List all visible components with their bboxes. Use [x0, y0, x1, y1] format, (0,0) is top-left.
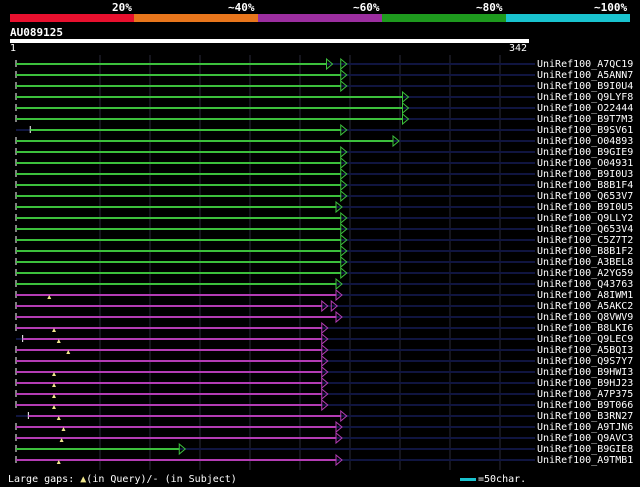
scale-label-40: ~40%	[228, 1, 255, 14]
hit-label[interactable]: UniRef100_B8LKI6	[537, 323, 633, 334]
hit-label[interactable]: UniRef100_B9SV61	[537, 125, 633, 136]
query-id: AU089125	[10, 26, 63, 39]
hit-label[interactable]: UniRef100_Q653V4	[537, 224, 633, 235]
hit-label[interactable]: UniRef100_B9T066	[537, 400, 633, 411]
hit-label[interactable]: UniRef100_A5AKC2	[537, 301, 633, 312]
hit-label[interactable]: UniRef100_B9HWI3	[537, 367, 633, 378]
scale-bar-icon	[460, 477, 476, 481]
hit-label[interactable]: UniRef100_B8B1F2	[537, 246, 633, 257]
hit-label[interactable]: UniRef100_A7P375	[537, 389, 633, 400]
footer-scale: =50char.	[460, 474, 526, 485]
identity-scale-labels: 20% ~40% ~60% ~80% ~100%	[0, 0, 640, 14]
hit-label[interactable]: UniRef100_B9HJ23	[537, 378, 633, 389]
scale-seg-60	[258, 14, 382, 22]
in-query-label: (in Query)/	[86, 474, 153, 485]
scale-label-60: ~60%	[353, 1, 380, 14]
hit-label[interactable]: UniRef100_C5Z7T2	[537, 235, 633, 246]
hit-label[interactable]: UniRef100_A2YG59	[537, 268, 633, 279]
hit-label[interactable]: UniRef100_A9TMB1	[537, 455, 633, 466]
identity-color-scale	[10, 14, 630, 22]
hit-label[interactable]: UniRef100_A8IWM1	[537, 290, 633, 301]
hit-label[interactable]: UniRef100_A9TJN6	[537, 422, 633, 433]
hit-label[interactable]: UniRef100_A5ANN7	[537, 70, 633, 81]
ruler-end: 342	[509, 43, 528, 54]
hit-label[interactable]: UniRef100_Q43763	[537, 279, 633, 290]
hit-label[interactable]: UniRef100_B3RN27	[537, 411, 633, 422]
hit-label[interactable]: UniRef100_B9I0U4	[537, 81, 633, 92]
hit-label[interactable]: UniRef100_A5BQI3	[537, 345, 633, 356]
hit-label[interactable]: UniRef100_B8B1F4	[537, 180, 633, 191]
scale-seg-80	[382, 14, 506, 22]
hit-label[interactable]: UniRef100_Q9LLY2	[537, 213, 633, 224]
hit-label[interactable]: UniRef100_O22444	[537, 103, 633, 114]
hit-label[interactable]: UniRef100_Q9AVC3	[537, 433, 633, 444]
scale-seg-100	[506, 14, 630, 22]
hit-label[interactable]: UniRef100_A7QC19	[537, 59, 633, 70]
hit-label[interactable]: UniRef100_O04931	[537, 158, 633, 169]
query-bar	[10, 39, 529, 43]
hit-label[interactable]: UniRef100_B9T7M3	[537, 114, 633, 125]
hit-label[interactable]: UniRef100_A3BEL8	[537, 257, 633, 268]
hit-label[interactable]: UniRef100_Q9LEC9	[537, 334, 633, 345]
footer-legend: Large gaps: ▲(in Query)/- (in Subject)	[8, 474, 237, 485]
large-gaps-label: Large gaps:	[8, 474, 75, 485]
hit-label[interactable]: UniRef100_B9I0U5	[537, 202, 633, 213]
hit-label[interactable]: UniRef100_Q8VWV9	[537, 312, 633, 323]
hit-label[interactable]: UniRef100_Q9LYF8	[537, 92, 633, 103]
scale-label-100: ~100%	[594, 1, 628, 14]
hit-label[interactable]: UniRef100_O04893	[537, 136, 633, 147]
scale-label-80: ~80%	[476, 1, 503, 14]
scale-seg-20	[10, 14, 134, 22]
scale-seg-40	[134, 14, 258, 22]
scale-bar-label: =50char.	[478, 474, 527, 485]
in-subject-label: - (in Subject)	[152, 474, 237, 485]
hit-label[interactable]: UniRef100_Q653V7	[537, 191, 633, 202]
ruler-start: 1	[10, 43, 17, 54]
hit-label[interactable]: UniRef100_B9GIE9	[537, 147, 633, 158]
hit-label[interactable]: UniRef100_B9GIE8	[537, 444, 633, 455]
scale-label-20: 20%	[112, 1, 132, 14]
hit-label[interactable]: UniRef100_B9I0U3	[537, 169, 633, 180]
hit-label[interactable]: UniRef100_Q9S7Y7	[537, 356, 633, 367]
